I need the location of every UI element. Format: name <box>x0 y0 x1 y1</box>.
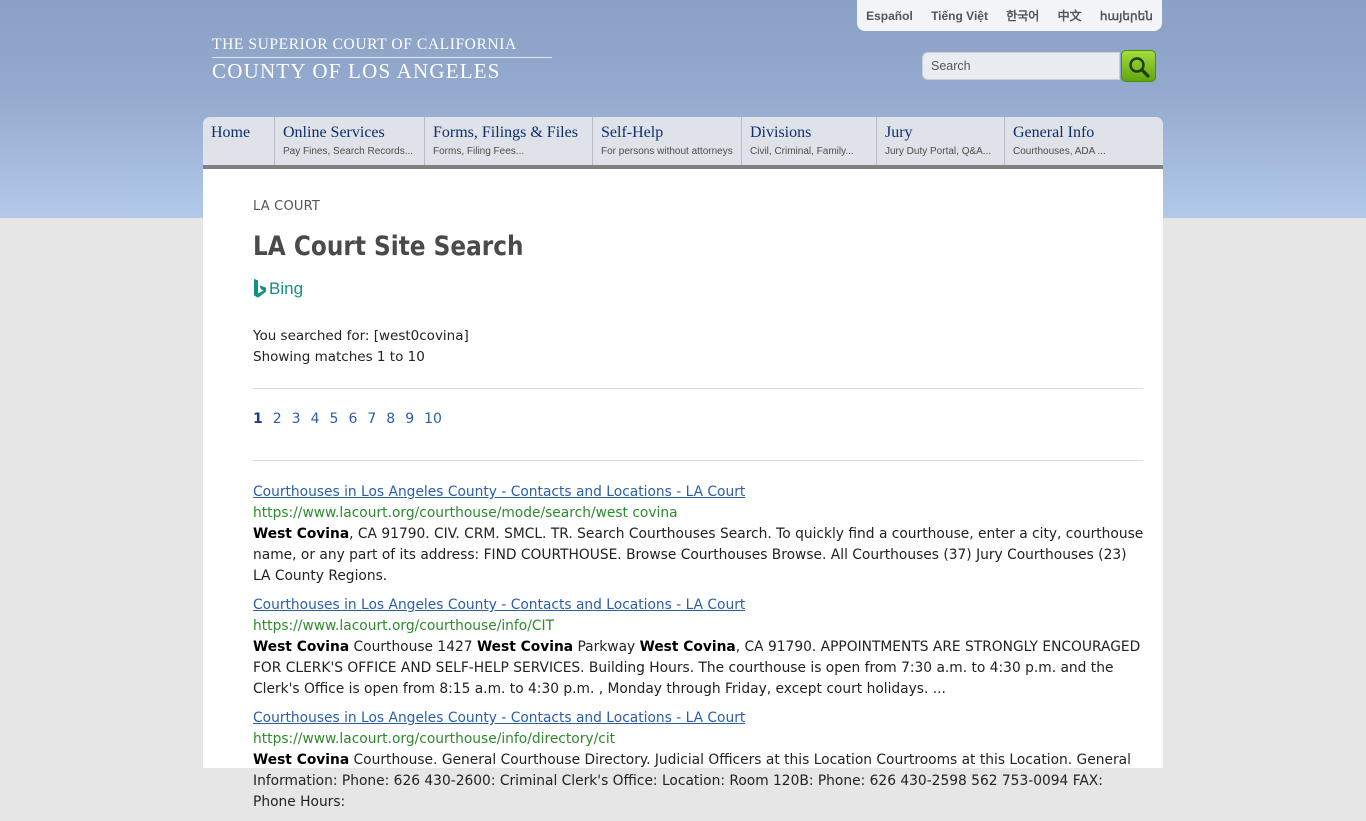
bing-icon <box>254 279 266 298</box>
page-link[interactable]: 1 <box>253 411 263 427</box>
logo-line-1: THE SUPERIOR COURT OF CALIFORNIA <box>212 36 552 58</box>
snippet-highlight: West Covina <box>253 526 350 542</box>
nav-general-info[interactable]: General Info Courthouses, ADA ... <box>1005 117 1163 165</box>
nav-subtitle: For persons without attorneys <box>601 146 733 157</box>
nav-title: Self-Help <box>601 124 664 141</box>
result-url[interactable]: https://www.lacourt.org/courthouse/info/… <box>253 729 1148 750</box>
result-url[interactable]: https://www.lacourt.org/courthouse/mode/… <box>253 503 1148 524</box>
nav-title: Forms, Filings & Files <box>433 124 578 141</box>
page-link[interactable]: 5 <box>330 411 339 427</box>
nav-title: General Info <box>1013 124 1095 141</box>
main-content: LA COURT LA Court Site Search Bing You s… <box>203 169 1163 810</box>
page-link[interactable]: 2 <box>273 411 282 427</box>
main-nav: Home Online Services Pay Fines, Search R… <box>203 117 1163 165</box>
nav-subtitle: Civil, Criminal, Family... <box>750 146 854 157</box>
page-link[interactable]: 4 <box>311 411 320 427</box>
magnifier-icon <box>1129 57 1150 78</box>
nav-subtitle: Jury Duty Portal, Q&A... <box>885 146 992 157</box>
snippet-highlight: West Covina <box>253 752 350 768</box>
breadcrumb[interactable]: LA COURT <box>253 199 320 214</box>
lang-armenian[interactable]: հայերեն <box>1100 9 1153 23</box>
page-title: LA Court Site Search <box>253 231 524 262</box>
page-link[interactable]: 7 <box>367 411 376 427</box>
search-button[interactable] <box>1121 50 1156 82</box>
result-snippet: West Covina, CA 91790. CIV. CRM. SMCL. T… <box>253 524 1148 587</box>
result-snippet: West Covina Courthouse. General Courthou… <box>253 750 1148 813</box>
bing-logo: Bing <box>253 279 303 299</box>
lang-vietnamese[interactable]: Tiếng Việt <box>931 9 988 23</box>
page-link[interactable]: 10 <box>424 411 442 427</box>
snippet-text: Courthouse 1427 <box>349 639 477 655</box>
result-title-link[interactable]: Courthouses in Los Angeles County - Cont… <box>253 482 745 503</box>
language-bar: Español Tiếng Việt 한국어 中文 հայերեն <box>857 0 1162 31</box>
page-link[interactable]: 3 <box>292 411 301 427</box>
snippet-highlight: West Covina <box>476 639 574 655</box>
lang-chinese[interactable]: 中文 <box>1058 7 1082 24</box>
snippet-text: Parkway <box>573 639 640 655</box>
searched-for-text: You searched for: [west0covina] <box>253 328 469 344</box>
nav-online-services[interactable]: Online Services Pay Fines, Search Record… <box>275 117 425 165</box>
logo-line-2: COUNTY OF LOS ANGELES <box>212 59 501 83</box>
nav-divisions[interactable]: Divisions Civil, Criminal, Family... <box>742 117 877 165</box>
search-result: Courthouses in Los Angeles County - Cont… <box>253 482 1148 587</box>
pagination: 1 2 3 4 5 6 7 8 9 10 <box>253 411 452 427</box>
lang-spanish[interactable]: Español <box>866 9 913 23</box>
nav-subtitle: Pay Fines, Search Records... <box>283 146 414 157</box>
nav-home[interactable]: Home <box>203 117 275 165</box>
nav-title: Divisions <box>750 124 812 141</box>
bing-label: Bing <box>269 279 304 298</box>
page-link[interactable]: 9 <box>405 411 414 427</box>
nav-subtitle: Courthouses, ADA ... <box>1013 146 1106 157</box>
result-title-link[interactable]: Courthouses in Los Angeles County - Cont… <box>253 708 745 729</box>
nav-forms-filings[interactable]: Forms, Filings & Files Forms, Filing Fee… <box>425 117 593 165</box>
divider <box>253 460 1143 461</box>
nav-title: Home <box>211 124 251 141</box>
divider <box>253 388 1143 389</box>
snippet-highlight: West Covina <box>639 639 736 655</box>
site-search-input[interactable] <box>922 52 1120 80</box>
showing-matches-text: Showing matches 1 to 10 <box>253 349 425 365</box>
nav-jury[interactable]: Jury Jury Duty Portal, Q&A... <box>877 117 1005 165</box>
snippet-highlight: West Covina <box>253 639 350 655</box>
search-results: Courthouses in Los Angeles County - Cont… <box>253 482 1148 821</box>
snippet-text: , CA 91790. CIV. CRM. SMCL. TR. Search C… <box>253 526 1144 584</box>
page-link[interactable]: 8 <box>386 411 395 427</box>
search-result: Courthouses in Los Angeles County - Cont… <box>253 595 1148 700</box>
nav-title: Online Services <box>283 124 385 141</box>
nav-subtitle: Forms, Filing Fees... <box>433 146 525 157</box>
nav-self-help[interactable]: Self-Help For persons without attorneys <box>593 117 742 165</box>
page-link[interactable]: 6 <box>348 411 357 427</box>
result-url[interactable]: https://www.lacourt.org/courthouse/info/… <box>253 616 1148 637</box>
nav-title: Jury <box>885 124 913 141</box>
court-logo[interactable]: THE SUPERIOR COURT OF CALIFORNIA COUNTY … <box>212 36 552 84</box>
search-summary: You searched for: [west0covina] Showing … <box>253 326 469 368</box>
result-snippet: West Covina Courthouse 1427 West Covina … <box>253 637 1148 700</box>
result-title-link[interactable]: Courthouses in Los Angeles County - Cont… <box>253 595 745 616</box>
search-result: Courthouses in Los Angeles County - Cont… <box>253 708 1148 813</box>
lang-korean[interactable]: 한국어 <box>1006 7 1039 24</box>
snippet-text: Courthouse. General Courthouse Directory… <box>253 752 1131 810</box>
